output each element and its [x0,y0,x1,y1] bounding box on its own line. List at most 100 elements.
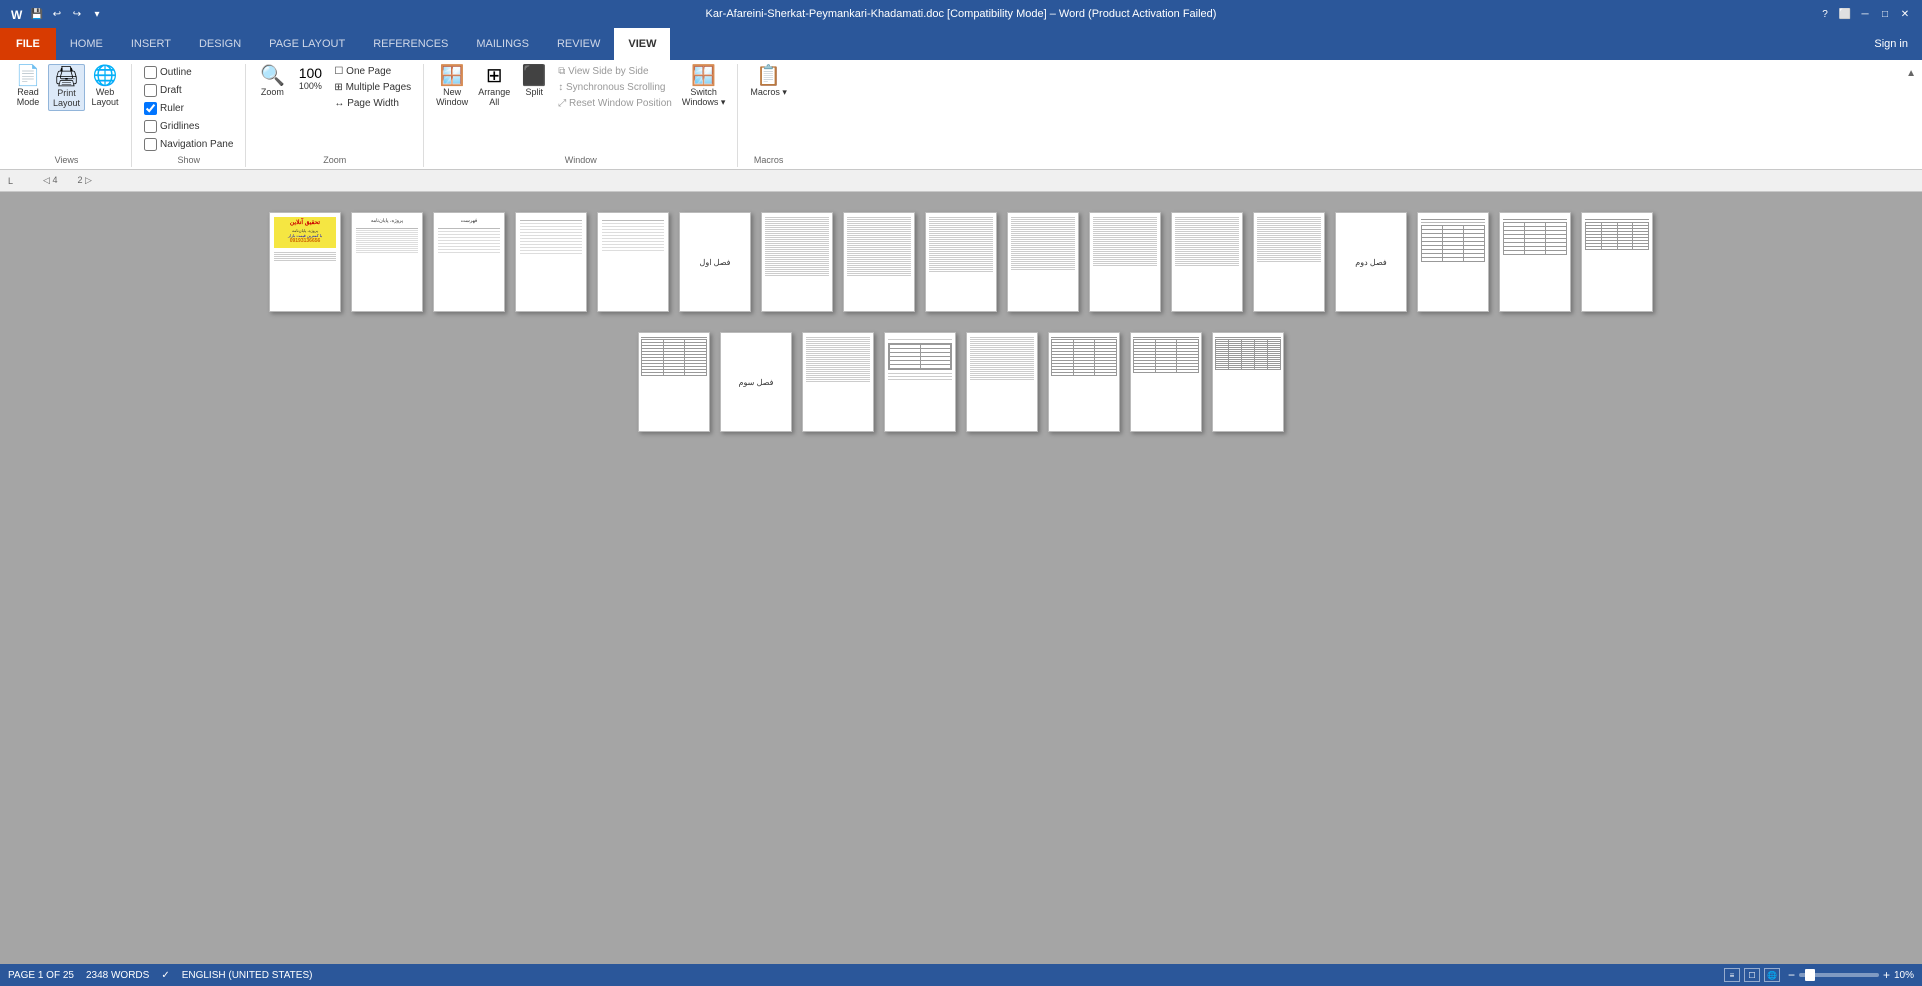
page-thumb-6[interactable]: فصل اول [679,212,751,312]
signin-button[interactable]: Sign in [1860,28,1922,60]
ribbon-collapse-button[interactable]: ▲ [1902,64,1920,167]
tab-review[interactable]: REVIEW [543,28,614,60]
zoom-minus-button[interactable]: − [1788,968,1795,982]
one-page-button[interactable]: ☐ One Page [330,64,415,79]
zoom-controls: − + 10% [1788,968,1914,982]
save-quick-button[interactable]: 💾 [28,5,46,23]
print-layout-icon-status[interactable]: ☐ [1744,968,1760,982]
page-thumb-21[interactable] [884,332,956,432]
tab-file[interactable]: FILE [0,28,56,60]
page-thumb-4[interactable] [515,212,587,312]
zoom-options: ☐ One Page ⊞ Multiple Pages ↔ Page Width [330,64,415,111]
word-icon: W [8,5,26,23]
ruler-checkbox-label[interactable]: Ruler [140,100,237,117]
page-thumb-23[interactable] [1048,332,1120,432]
ribbon-display-button[interactable]: ⬜ [1836,5,1854,23]
zoom-button[interactable]: 🔍 Zoom [254,64,290,99]
web-layout-icon: 🌐 [93,66,118,86]
redo-quick-button[interactable]: ↪ [68,5,86,23]
arrange-all-button[interactable]: ⊞ ArrangeAll [474,64,514,109]
show-group-content: Outline Draft Ruler Gridlines Navigation… [140,64,237,153]
navpane-checkbox-label[interactable]: Navigation Pane [140,136,237,153]
zoom-plus-button[interactable]: + [1883,968,1890,982]
gridlines-checkbox[interactable] [144,120,157,133]
page-thumb-14[interactable]: فصل دوم [1335,212,1407,312]
draft-checkbox-label[interactable]: Draft [140,82,237,99]
draft-checkbox[interactable] [144,84,157,97]
tab-view[interactable]: VIEW [614,28,670,60]
page-thumb-24[interactable] [1130,332,1202,432]
ruler-marker-2: 2 ▷ [77,175,91,186]
page-thumb-13[interactable] [1253,212,1325,312]
page-thumb-22[interactable] [966,332,1038,432]
zoom-slider-thumb [1805,969,1815,981]
tab-page-layout[interactable]: PAGE LAYOUT [255,28,359,60]
language[interactable]: ENGLISH (UNITED STATES) [182,970,313,981]
print-layout-button[interactable]: 🖨 PrintLayout [48,64,85,111]
web-layout-button[interactable]: 🌐 WebLayout [87,64,123,109]
view-side-by-side-button[interactable]: ⧉ View Side by Side [554,64,676,79]
page-width-button[interactable]: ↔ Page Width [330,96,415,111]
gridlines-checkbox-label[interactable]: Gridlines [140,118,237,135]
tab-home[interactable]: HOME [56,28,117,60]
ruler-checkbox[interactable] [144,102,157,115]
help-button[interactable]: ? [1816,5,1834,23]
close-button[interactable]: ✕ [1896,5,1914,23]
new-window-button[interactable]: 🪟 NewWindow [432,64,472,109]
pages-row-2: فصل سوم [638,332,1284,432]
split-button[interactable]: ⬛ Split [516,64,552,99]
ribbon-content-view: 📄 ReadMode 🖨 PrintLayout 🌐 WebLayout Vie… [0,60,1922,169]
word-count[interactable]: 2348 WORDS [86,970,149,981]
page-thumb-17[interactable] [1581,212,1653,312]
page-thumb-7[interactable] [761,212,833,312]
outline-checkbox[interactable] [144,66,157,79]
tab-references[interactable]: REFERENCES [359,28,462,60]
sync-scrolling-button[interactable]: ↕ Synchronous Scrolling [554,80,676,95]
macros-group-label: Macros [746,155,791,167]
zoom-slider[interactable] [1799,973,1879,977]
switch-windows-button[interactable]: 🪟 SwitchWindows ▾ [678,64,730,110]
page-thumb-3[interactable]: فهرست [433,212,505,312]
zoom-icon: 🔍 [260,66,285,86]
svg-text:W: W [11,8,23,22]
read-mode-button[interactable]: 📄 ReadMode [10,64,46,109]
print-layout-icon: 🖨 [54,67,79,87]
tab-mailings[interactable]: MAILINGS [462,28,543,60]
page-thumb-8[interactable] [843,212,915,312]
page-thumb-9[interactable] [925,212,997,312]
status-bar: PAGE 1 OF 25 2348 WORDS ✓ ENGLISH (UNITE… [0,964,1922,986]
page-info[interactable]: PAGE 1 OF 25 [8,970,74,981]
layout-icons: ≡ ☐ 🌐 [1724,968,1780,982]
page-thumb-15[interactable] [1417,212,1489,312]
page-thumb-2[interactable]: پروژه، پایان‌نامه [351,212,423,312]
page-thumb-25[interactable] [1212,332,1284,432]
zoom-100-button[interactable]: 100 100% [292,64,328,93]
page-thumb-12[interactable] [1171,212,1243,312]
customize-quick-button[interactable]: ▾ [88,5,106,23]
page-thumb-20[interactable] [802,332,874,432]
page-thumb-1[interactable]: تحقیق آنلاین پروژه، پایان‌نامه با کمترین… [269,212,341,312]
views-group-content: 📄 ReadMode 🖨 PrintLayout 🌐 WebLayout [10,64,123,153]
maximize-button[interactable]: □ [1876,5,1894,23]
navpane-checkbox[interactable] [144,138,157,151]
web-layout-icon-status[interactable]: 🌐 [1764,968,1780,982]
macros-button[interactable]: 📋 Macros ▾ [746,64,791,100]
page-thumb-10[interactable] [1007,212,1079,312]
page-thumb-19[interactable]: فصل سوم [720,332,792,432]
page-thumb-18[interactable] [638,332,710,432]
macros-icon: 📋 [756,66,781,86]
read-layout-icon[interactable]: ≡ [1724,968,1740,982]
page-thumb-5[interactable] [597,212,669,312]
document-area[interactable]: تحقیق آنلاین پروژه، پایان‌نامه با کمترین… [0,192,1922,964]
page-thumb-16[interactable] [1499,212,1571,312]
page-thumb-11[interactable] [1089,212,1161,312]
undo-quick-button[interactable]: ↩ [48,5,66,23]
outline-checkbox-label[interactable]: Outline [140,64,237,81]
multiple-pages-button[interactable]: ⊞ Multiple Pages [330,80,415,95]
zoom-level: 10% [1894,970,1914,981]
minimize-button[interactable]: ─ [1856,5,1874,23]
tab-insert[interactable]: INSERT [117,28,185,60]
tab-design[interactable]: DESIGN [185,28,255,60]
reset-window-button[interactable]: ⤢ Reset Window Position [554,96,676,111]
ruler-marker-l: L [8,176,13,186]
